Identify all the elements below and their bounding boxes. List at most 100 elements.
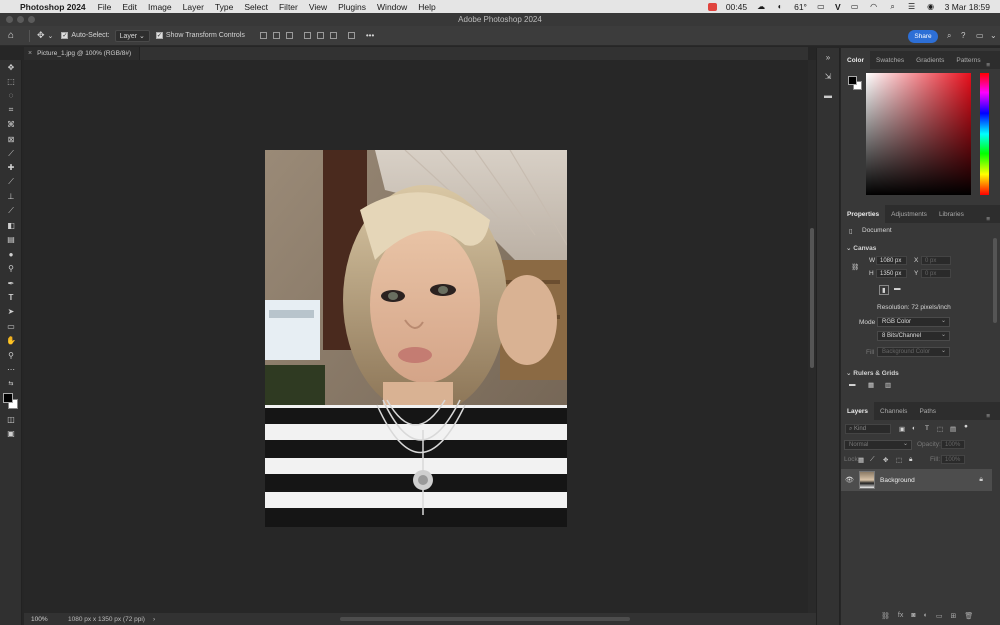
panel-menu-icon[interactable]: ≡ xyxy=(980,407,996,425)
menu-view[interactable]: View xyxy=(309,2,327,12)
blend-mode-dropdown[interactable]: Normal xyxy=(844,440,912,450)
swap-colors-icon[interactable]: ⇆ xyxy=(0,377,22,391)
width-field[interactable]: 1080 px xyxy=(876,256,907,265)
menu-filter[interactable]: Filter xyxy=(279,2,298,12)
quick-mask-icon[interactable]: ◫ xyxy=(0,412,22,426)
eraser-tool-icon[interactable]: ◧ xyxy=(0,218,22,232)
zoom-tool-icon[interactable]: ⚲ xyxy=(0,348,22,362)
grid-icon[interactable]: ▦ xyxy=(868,381,874,389)
menu-file[interactable]: File xyxy=(98,2,112,12)
blur-tool-icon[interactable]: ● xyxy=(0,247,22,261)
portrait-orientation-icon[interactable]: ▮ xyxy=(879,285,889,295)
canvas-area[interactable] xyxy=(24,60,808,613)
canvas-section-header[interactable]: ⌄ Canvas xyxy=(846,244,876,252)
transform-controls-checkbox[interactable]: ✓ xyxy=(155,32,163,39)
filter-smart-object-icon[interactable]: ▤ xyxy=(950,425,956,433)
panel-menu-icon[interactable]: ≡ xyxy=(980,56,996,74)
gradient-tool-icon[interactable]: ▤ xyxy=(0,233,22,247)
lock-position-icon[interactable]: ✥ xyxy=(883,456,888,464)
align-bottom-icon[interactable] xyxy=(329,32,337,39)
link-layers-icon[interactable]: ⛓ xyxy=(881,612,890,620)
tab-paths[interactable]: Paths xyxy=(913,402,942,420)
menu-plugins[interactable]: Plugins xyxy=(338,2,366,12)
menu-type[interactable]: Type xyxy=(215,2,233,12)
color-mode-dropdown[interactable]: RGB Color xyxy=(877,317,950,327)
brush-tool-icon[interactable]: ⟋ xyxy=(0,175,22,189)
lock-image-icon[interactable]: ⟋ xyxy=(870,456,875,464)
home-icon[interactable]: ⌂ xyxy=(8,30,22,41)
tab-gradients[interactable]: Gradients xyxy=(910,51,950,69)
control-center-icon[interactable]: ☰ xyxy=(907,2,917,11)
adjustment-layer-icon[interactable]: ◐ xyxy=(924,612,928,620)
wifi-icon[interactable]: ◠ xyxy=(869,2,879,11)
history-panel-icon[interactable]: ⇲ xyxy=(817,69,839,83)
lock-all-icon[interactable]: 🔒︎ xyxy=(909,456,912,464)
zoom-level[interactable]: 100% xyxy=(24,616,54,623)
rulers-grids-section-header[interactable]: ⌄ Rulers & Grids xyxy=(846,369,899,377)
search-icon[interactable]: ⌕ xyxy=(947,31,951,41)
delete-layer-icon[interactable]: 🗑︎ xyxy=(964,612,973,620)
more-options-icon[interactable]: ••• xyxy=(366,31,374,40)
filter-adjustment-icon[interactable]: ◐ xyxy=(912,425,916,432)
canvas-vertical-scrollbar[interactable] xyxy=(808,60,816,613)
path-selection-tool-icon[interactable]: ➤ xyxy=(0,305,22,319)
scrollbar-thumb[interactable] xyxy=(810,228,814,368)
panel-menu-icon[interactable]: ≡ xyxy=(980,210,996,228)
landscape-orientation-icon[interactable]: ▬ xyxy=(894,285,901,292)
menu-edit[interactable]: Edit xyxy=(122,2,137,12)
document-image[interactable] xyxy=(265,150,567,527)
filter-shape-icon[interactable]: ⬚ xyxy=(937,425,943,433)
close-tab-icon[interactable]: × xyxy=(28,50,32,57)
new-layer-icon[interactable]: ⊞ xyxy=(950,612,956,620)
tab-adjustments[interactable]: Adjustments xyxy=(885,205,933,223)
healing-brush-tool-icon[interactable]: ✚ xyxy=(0,161,22,175)
tab-properties[interactable]: Properties xyxy=(841,205,886,223)
tab-channels[interactable]: Channels xyxy=(874,402,913,420)
search-icon[interactable]: ⌕ xyxy=(888,2,898,12)
dodge-tool-icon[interactable]: ⚲ xyxy=(0,261,22,275)
color-field[interactable] xyxy=(866,73,971,195)
auto-select-checkbox[interactable]: ✓ xyxy=(61,32,69,39)
lasso-tool-icon[interactable]: ◌ xyxy=(0,89,22,103)
date-time[interactable]: 3 Mar 18:59 xyxy=(945,2,990,12)
lock-artboard-icon[interactable]: ⬚ xyxy=(896,456,902,464)
menu-help[interactable]: Help xyxy=(418,2,435,12)
ruler-unit-icon[interactable]: ▬ xyxy=(849,381,856,388)
distribute-icon[interactable] xyxy=(347,32,355,39)
menu-layer[interactable]: Layer xyxy=(183,2,204,12)
comments-panel-icon[interactable]: ▬ xyxy=(817,88,839,102)
screen-record-icon[interactable] xyxy=(707,2,717,11)
document-tab[interactable]: × Picture_1.jpg @ 100% (RGB/8#) xyxy=(24,47,141,60)
share-button[interactable]: Share xyxy=(908,30,938,43)
menu-image[interactable]: Image xyxy=(148,2,172,12)
layer-name[interactable]: Background xyxy=(880,477,915,484)
filter-pixel-icon[interactable]: ▣ xyxy=(899,425,905,433)
battery-icon[interactable]: ▭ xyxy=(850,2,860,11)
zoom-window-button[interactable] xyxy=(28,16,35,23)
align-right-icon[interactable] xyxy=(285,32,293,39)
app-menu[interactable]: Photoshop 2024 xyxy=(20,2,86,12)
move-tool-icon[interactable]: ✥ xyxy=(37,30,45,41)
new-group-icon[interactable]: ▭ xyxy=(936,612,943,620)
align-top-icon[interactable] xyxy=(303,32,311,39)
cloud-icon[interactable]: ☁ xyxy=(756,2,766,11)
history-brush-tool-icon[interactable]: ⟋ xyxy=(0,204,22,218)
hand-tool-icon[interactable]: ✋ xyxy=(0,333,22,347)
height-field[interactable]: 1350 px xyxy=(876,269,907,278)
hue-slider[interactable] xyxy=(980,73,989,195)
object-selection-tool-icon[interactable]: ⌗ xyxy=(0,103,22,117)
layer-row[interactable]: 👁︎ Background 🔒︎ xyxy=(841,469,992,491)
fill-field[interactable]: 100% xyxy=(941,455,965,464)
visibility-eye-icon[interactable]: 👁︎ xyxy=(845,476,859,484)
tab-layers[interactable]: Layers xyxy=(841,402,874,420)
foreground-color-swatch[interactable] xyxy=(3,393,13,403)
weather-icon[interactable]: ◐ xyxy=(775,2,785,11)
auto-select-dropdown[interactable]: Layer ⌄ xyxy=(114,29,150,42)
crop-tool-icon[interactable]: ⌘ xyxy=(0,118,22,132)
align-middle-icon[interactable] xyxy=(316,32,324,39)
align-center-icon[interactable] xyxy=(272,32,280,39)
temperature[interactable]: 61° xyxy=(794,2,807,12)
tab-libraries[interactable]: Libraries xyxy=(933,205,970,223)
add-mask-icon[interactable]: ◙ xyxy=(911,612,915,620)
pen-tool-icon[interactable]: ✒ xyxy=(0,276,22,290)
